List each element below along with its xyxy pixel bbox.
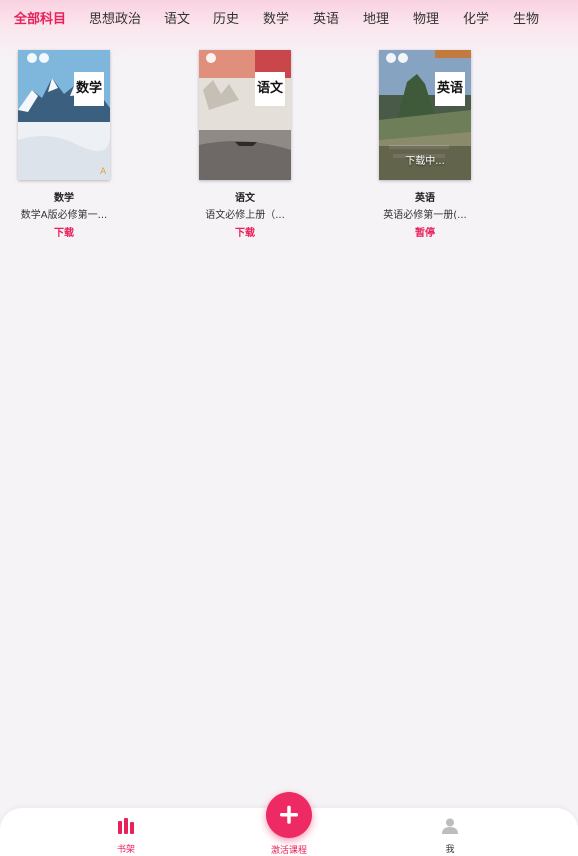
book-description: 英语必修第一册(...: [383, 210, 467, 221]
plus-icon: [280, 805, 298, 824]
nav-me[interactable]: 我: [420, 818, 480, 855]
pause-button[interactable]: 暂停: [365, 224, 485, 239]
nav-bookshelf[interactable]: 书架: [96, 818, 156, 855]
book-card-math[interactable]: A 数学 数学 数学A版必修第一... 下载: [4, 50, 124, 239]
book-cover-english[interactable]: 英语 下载中...: [379, 50, 471, 180]
activate-course-label: 激活课程: [270, 846, 307, 856]
book-cover-chinese[interactable]: 语文: [199, 50, 291, 180]
tab-physics[interactable]: 物理: [413, 8, 439, 27]
book-cover-math[interactable]: A 数学: [18, 50, 110, 180]
book-subject: 数学: [54, 193, 74, 204]
book-card-chinese[interactable]: 语文 语文 语文必修上册（... 下载: [185, 50, 305, 239]
activate-course-button[interactable]: [266, 792, 312, 838]
tab-politics[interactable]: 思想政治: [89, 8, 141, 27]
tab-chemistry[interactable]: 化学: [463, 8, 489, 27]
tab-chinese[interactable]: 语文: [164, 8, 190, 27]
nav-me-label: 我: [445, 845, 455, 855]
tab-history[interactable]: 历史: [213, 8, 239, 27]
tab-geography[interactable]: 地理: [363, 8, 389, 27]
user-icon: [442, 818, 458, 834]
tab-english[interactable]: 英语: [313, 8, 339, 27]
tab-math[interactable]: 数学: [263, 8, 289, 27]
nav-bookshelf-label: 书架: [116, 845, 135, 855]
download-button[interactable]: 下载: [4, 224, 124, 239]
book-subject: 语文: [235, 193, 255, 204]
tab-all-subjects[interactable]: 全部科目: [14, 8, 66, 27]
book-description: 数学A版必修第一...: [20, 210, 108, 221]
cover-title-chinese: 语文: [255, 72, 285, 106]
subject-tab-bar: 全部科目 思想政治 语文 历史 数学 英语 地理 物理 化学 生物: [0, 0, 578, 36]
bookshelf-icon: [118, 818, 134, 834]
tab-biology[interactable]: 生物: [513, 8, 539, 27]
cover-title-english: 英语: [435, 72, 465, 106]
svg-text:A: A: [100, 167, 107, 177]
book-description: 语文必修上册（...: [205, 210, 285, 221]
book-subject: 英语: [415, 193, 435, 204]
download-progress-label: 下载中...: [405, 156, 445, 167]
download-button[interactable]: 下载: [185, 224, 305, 239]
cover-title-math: 数学: [74, 72, 104, 106]
book-card-english[interactable]: 英语 下载中... 英语 英语必修第一册(... 暂停: [365, 50, 485, 239]
